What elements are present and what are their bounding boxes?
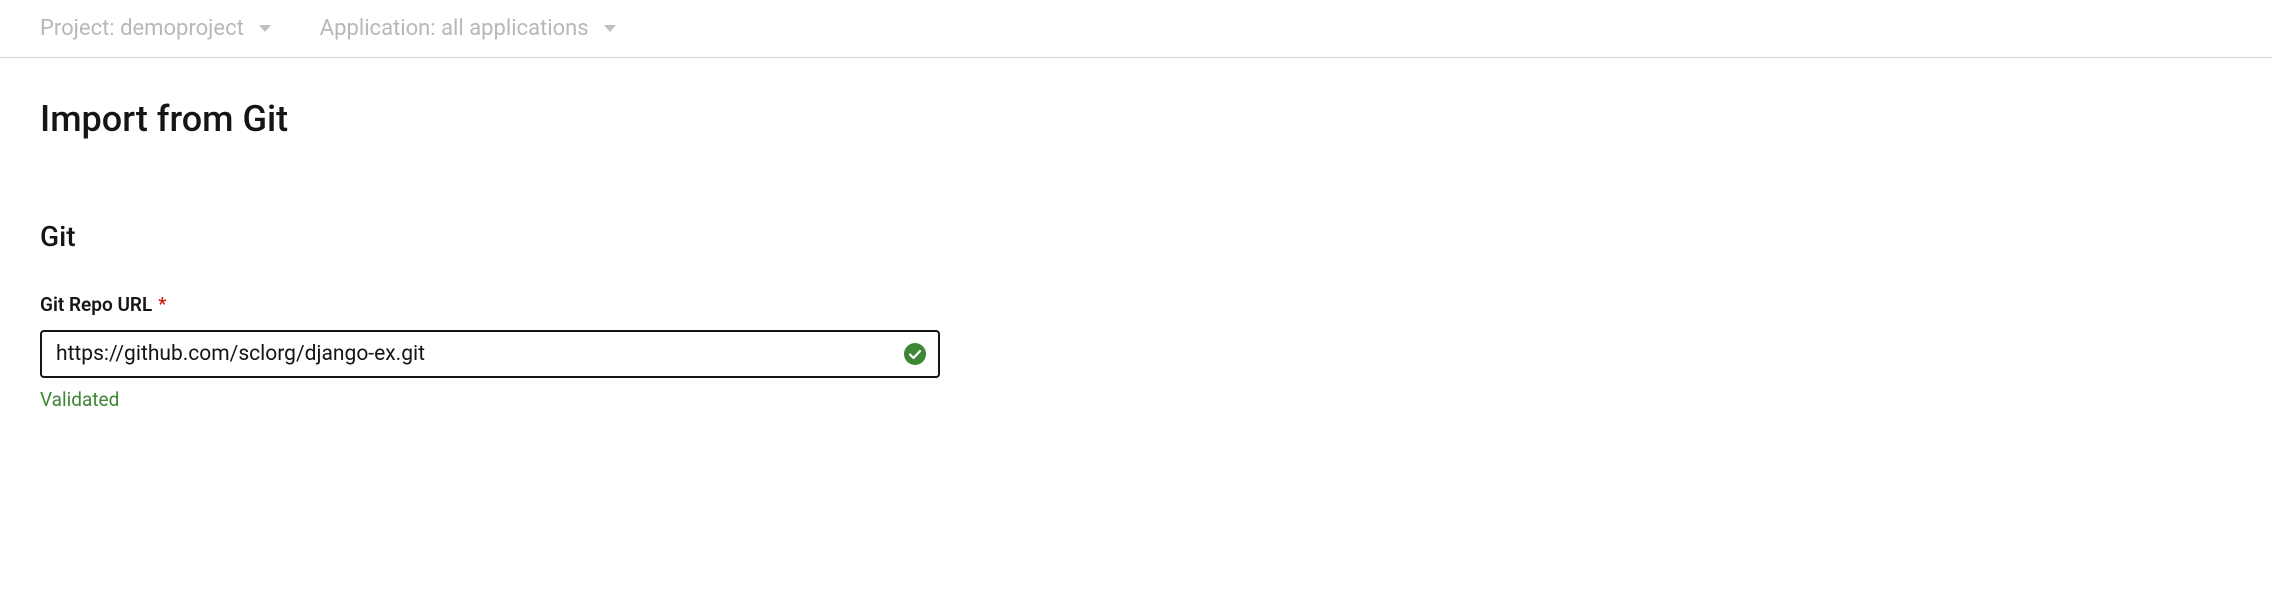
project-dropdown-label: Project: demoproject [40, 16, 244, 41]
page-title: Import from Git [40, 98, 2232, 140]
git-repo-url-label: Git Repo URL [40, 293, 152, 316]
application-dropdown-label: Application: all applications [320, 16, 589, 41]
required-indicator: * [158, 294, 166, 315]
git-repo-url-label-row: Git Repo URL * [40, 293, 2232, 316]
top-bar: Project: demoproject Application: all ap… [0, 0, 2272, 58]
project-dropdown[interactable]: Project: demoproject [40, 16, 272, 41]
application-dropdown[interactable]: Application: all applications [320, 16, 617, 41]
git-repo-url-input-wrapper [40, 330, 940, 378]
caret-down-icon [258, 24, 272, 34]
git-section-heading: Git [40, 220, 2232, 253]
caret-down-icon [603, 24, 617, 34]
main-content: Import from Git Git Git Repo URL * Valid… [0, 58, 2272, 411]
check-circle-icon [904, 343, 926, 365]
git-repo-url-input[interactable] [40, 330, 940, 378]
validation-status-text: Validated [40, 388, 2232, 411]
